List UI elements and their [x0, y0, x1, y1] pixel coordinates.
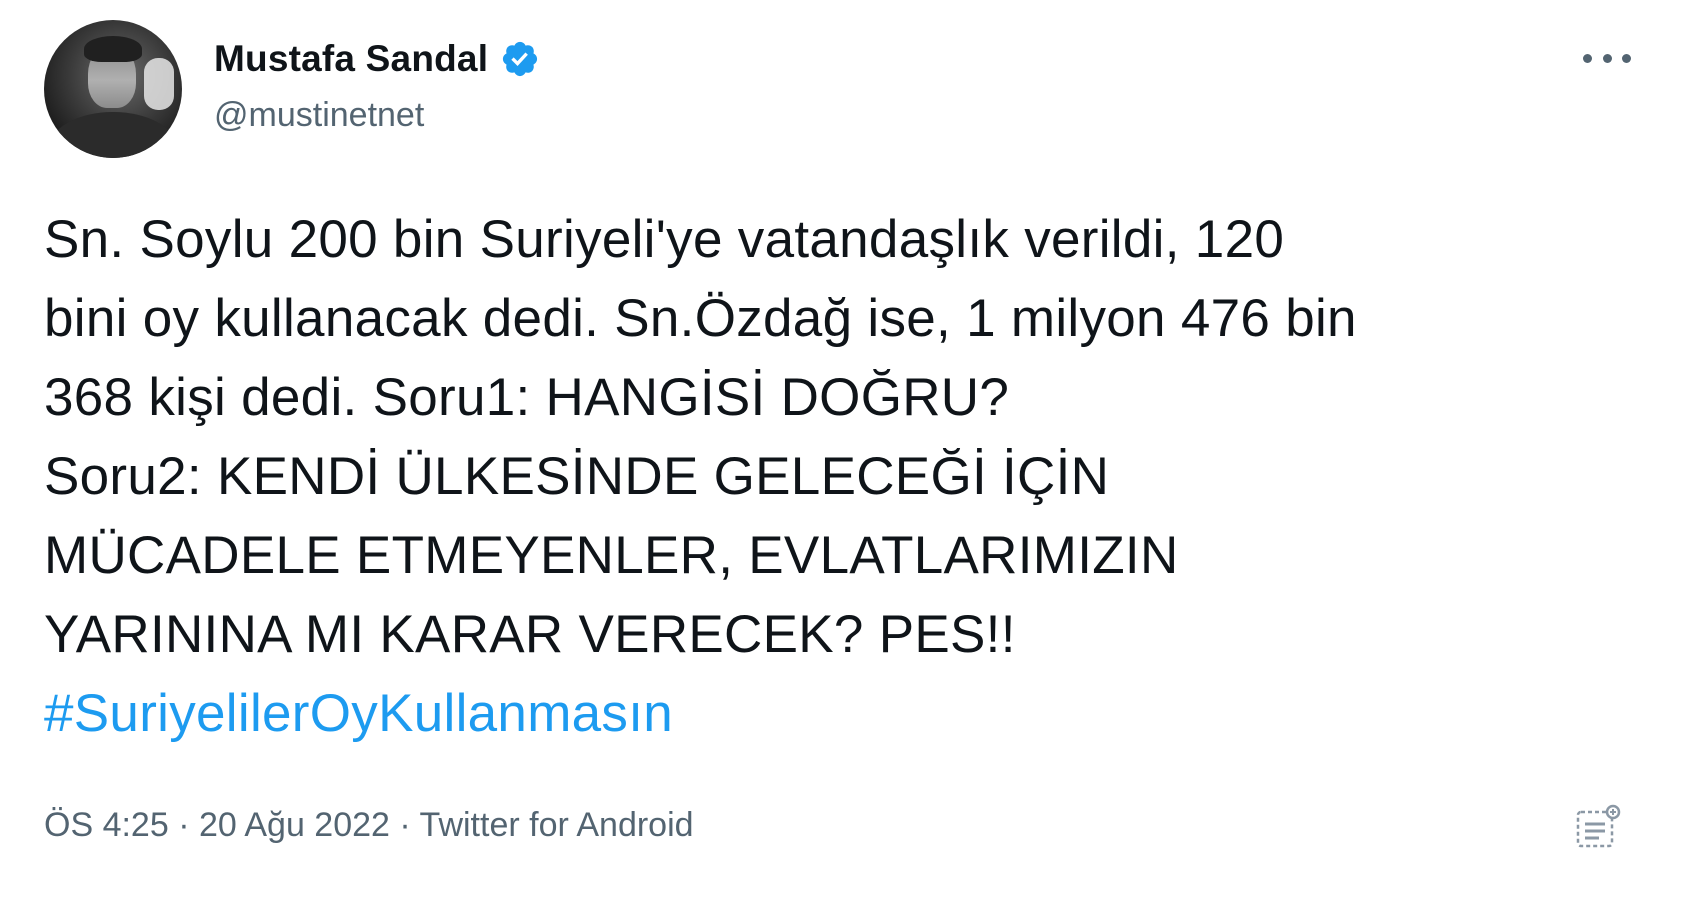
tweet-text-line: bini oy kullanacak dedi. Sn.Özdağ ise, 1… — [44, 289, 1357, 348]
hashtag-link[interactable]: #SuriyelilerOyKullanmasın — [44, 674, 1654, 753]
author-handle[interactable]: @mustinetnet — [214, 96, 424, 135]
tweet-time[interactable]: ÖS 4:25 — [44, 806, 169, 844]
avatar-hair — [84, 36, 142, 62]
tweet-source[interactable]: Twitter for Android — [420, 806, 694, 844]
avatar-headphone — [144, 58, 174, 110]
meta-separator: · — [389, 806, 420, 844]
more-options-icon[interactable] — [1583, 38, 1631, 78]
tweet-text-line: YARININA MI KARAR VERECEK? PES!! — [44, 605, 1016, 664]
tweet-text-line: Soru2: KENDİ ÜLKESİNDE GELECEĞİ İÇİN — [44, 447, 1110, 506]
tweet-card: Mustafa Sandal @mustinetnet Sn. Soylu 20… — [0, 0, 1695, 900]
tweet-date[interactable]: 20 Ağu 2022 — [199, 806, 390, 844]
tweet-meta: ÖS 4:25 · 20 Ağu 2022 · Twitter for Andr… — [44, 806, 694, 845]
avatar[interactable] — [44, 20, 182, 158]
more-dot — [1602, 53, 1612, 63]
author-name-row: Mustafa Sandal — [214, 34, 540, 84]
verified-badge-icon — [500, 39, 540, 79]
more-dot — [1583, 53, 1592, 63]
tweet-text-line: MÜCADELE ETMEYENLER, EVLATLARIMIZIN — [44, 526, 1179, 585]
tweet-text-line: Sn. Soylu 200 bin Suriyeli'ye vatandaşlı… — [44, 210, 1285, 269]
author-display-name[interactable]: Mustafa Sandal — [214, 38, 488, 80]
more-dot — [1622, 53, 1631, 63]
meta-separator: · — [168, 806, 199, 844]
analytics-icon[interactable] — [1575, 804, 1621, 850]
tweet-text: Sn. Soylu 200 bin Suriyeli'ye vatandaşlı… — [44, 200, 1654, 753]
tweet-text-line: 368 kişi dedi. Soru1: HANGİSİ DOĞRU? — [44, 368, 1010, 427]
avatar-shoulders — [50, 112, 176, 158]
